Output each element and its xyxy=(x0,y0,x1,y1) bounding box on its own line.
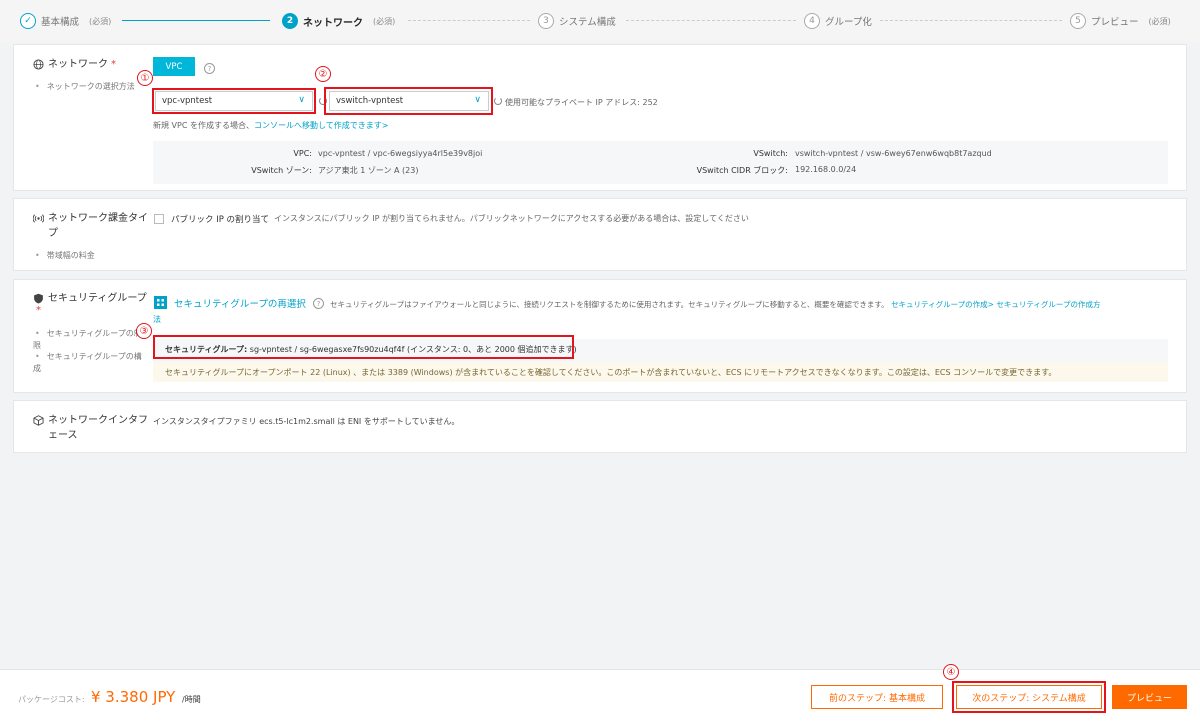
network-info-box: VPC: vpc-vpntest / vpc-6wegsiyya4rl5e39v… xyxy=(153,141,1168,184)
cidr-key: VSwitch CIDR ブロック: xyxy=(696,166,788,175)
step-basic[interactable]: ✓ 基本構成 (必須) xyxy=(20,12,111,30)
section-label: セキュリティグループ xyxy=(48,293,147,304)
cost-unit: /時間 xyxy=(182,695,201,704)
step-navigation: ✓ 基本構成 (必須) 2 ネットワーク (必須) 3 システム構成 4 グルー… xyxy=(0,0,1200,42)
vswitch-value: vswitch-vpntest / vsw-6wey67enw6wqb8t7az… xyxy=(795,149,992,158)
annotation-marker-2: ② xyxy=(315,66,331,82)
step-label: グループ化 xyxy=(825,17,872,28)
security-sub-config: セキュリティグループの構成 xyxy=(33,351,143,375)
preview-button[interactable]: プレビュー xyxy=(1112,685,1187,709)
step-label: 基本構成 xyxy=(41,17,80,28)
eni-title: ネットワークインタフェース xyxy=(33,413,153,443)
step-connector xyxy=(122,20,270,21)
step-connector xyxy=(408,20,530,21)
step-label: ネットワーク xyxy=(303,17,363,29)
eni-desc: インスタンスタイプファミリ ecs.t5-lc1m2.small は ENI を… xyxy=(153,417,460,426)
help-icon[interactable]: ? xyxy=(313,298,324,309)
cost-value: ¥ 3.380 JPY xyxy=(91,688,176,706)
step-label: システム構成 xyxy=(559,17,616,28)
security-desc-line: セキュリティグループはファイアウォールと同じように、接続リクエストを制御するため… xyxy=(330,299,1170,310)
security-desc: セキュリティグループはファイアウォールと同じように、接続リクエストを制御するため… xyxy=(330,300,889,309)
step-connector xyxy=(880,20,1062,21)
step-required: (必須) xyxy=(89,16,112,26)
security-warning: セキュリティグループにオープンポート 22 (Linux) 、または 3389 … xyxy=(153,362,1168,382)
grid-icon xyxy=(154,296,167,309)
cube-icon xyxy=(33,415,44,426)
vswitch-key: VSwitch: xyxy=(753,149,788,158)
create-vpc-link[interactable]: コンソールへ移動して作成できます> xyxy=(254,121,388,130)
step-connector xyxy=(626,20,796,21)
billing-sub: 帯域幅の料金 xyxy=(33,250,95,262)
network-section: ネットワーク * ネットワークの選択方法 VPC ? ① ② vpc-vpnte… xyxy=(13,44,1187,191)
shield-icon xyxy=(34,293,43,304)
annotation-box-4 xyxy=(952,681,1106,713)
vpc-key: VPC: xyxy=(293,149,312,158)
network-interface-section: ネットワークインタフェース インスタンスタイプファミリ ecs.t5-lc1m2… xyxy=(13,400,1187,453)
step-network[interactable]: 2 ネットワーク (必須) xyxy=(282,12,395,30)
required-mark: * xyxy=(111,59,116,70)
create-vpc-text: 新規 VPC を作成する場合、 xyxy=(153,121,254,130)
public-ip-checkbox[interactable] xyxy=(154,214,164,224)
globe-icon xyxy=(33,59,44,70)
zone-value: アジア東北 1 ゾーン A (23) xyxy=(318,166,419,175)
public-ip-label[interactable]: パブリック IP の割り当て xyxy=(171,213,269,225)
reselect-security-group-link[interactable]: セキュリティグループの再選択 xyxy=(174,296,306,310)
step-system[interactable]: 3 システム構成 xyxy=(538,12,616,30)
available-ip-text: 使用可能なプライベート IP アドレス: 252 xyxy=(505,98,658,107)
cost-label: パッケージコスト: xyxy=(18,695,85,704)
cidr-value: 192.168.0.0/24 xyxy=(795,165,857,174)
security-group-howto-link[interactable]: セキュリティグループの作成方 xyxy=(996,300,1100,309)
footer-bar: パッケージコスト: ¥ 3.380 JPY /時間 ④ 前のステップ: 基本構成… xyxy=(0,664,1200,721)
security-group-section: セキュリティグループ * セキュリティグループの制限 セキュリティグループの構成… xyxy=(13,279,1187,393)
create-security-group-link[interactable]: セキュリティグループの作成> xyxy=(891,300,994,309)
network-sub: ネットワークの選択方法 xyxy=(33,81,135,93)
annotation-marker-4: ④ xyxy=(943,664,959,680)
step-number: 3 xyxy=(538,13,554,29)
check-icon: ✓ xyxy=(20,13,36,29)
vpc-button[interactable]: VPC xyxy=(153,57,195,76)
annotation-box-1 xyxy=(152,88,316,114)
step-number: 5 xyxy=(1070,13,1086,29)
create-vpc-hint: 新規 VPC を作成する場合、コンソールへ移動して作成できます> xyxy=(153,120,388,131)
step-required: (必須) xyxy=(373,16,396,26)
section-label: ネットワーク xyxy=(48,59,108,70)
annotation-marker-1: ① xyxy=(137,70,153,86)
help-icon[interactable]: ? xyxy=(204,63,215,74)
step-preview[interactable]: 5 プレビュー (必須) xyxy=(1070,12,1171,30)
annotation-marker-3: ③ xyxy=(136,323,152,339)
vpc-value: vpc-vpntest / vpc-6wegsiyya4rl5e39v8joi xyxy=(318,149,483,158)
network-title: ネットワーク * xyxy=(33,57,116,72)
signal-icon xyxy=(33,214,44,223)
billing-section: ネットワーク課金タイプ 帯域幅の料金 パブリック IP の割り当て インスタンス… xyxy=(13,198,1187,271)
step-required: (必須) xyxy=(1148,16,1171,26)
public-ip-desc: インスタンスにパブリック IP が割り当てられません。パブリックネットワークにア… xyxy=(274,214,749,223)
refresh-icon[interactable] xyxy=(494,97,502,105)
security-sub-limit: セキュリティグループの制限 xyxy=(33,328,143,352)
annotation-box-2 xyxy=(324,87,493,115)
prev-step-button[interactable]: 前のステップ: 基本構成 xyxy=(811,685,943,709)
step-number: 2 xyxy=(282,13,298,29)
required-mark: * xyxy=(36,305,41,316)
section-label: ネットワーク課金タイプ xyxy=(48,213,148,239)
zone-key: VSwitch ゾーン: xyxy=(251,166,312,175)
security-title: セキュリティグループ xyxy=(33,291,147,306)
annotation-box-3 xyxy=(153,335,574,359)
security-group-howto-link-cont[interactable]: 法 xyxy=(153,314,161,325)
step-number: 4 xyxy=(804,13,820,29)
step-group[interactable]: 4 グループ化 xyxy=(804,12,872,30)
section-label: ネットワークインタフェース xyxy=(48,415,148,441)
step-label: プレビュー xyxy=(1091,17,1139,28)
billing-title: ネットワーク課金タイプ xyxy=(33,211,153,241)
